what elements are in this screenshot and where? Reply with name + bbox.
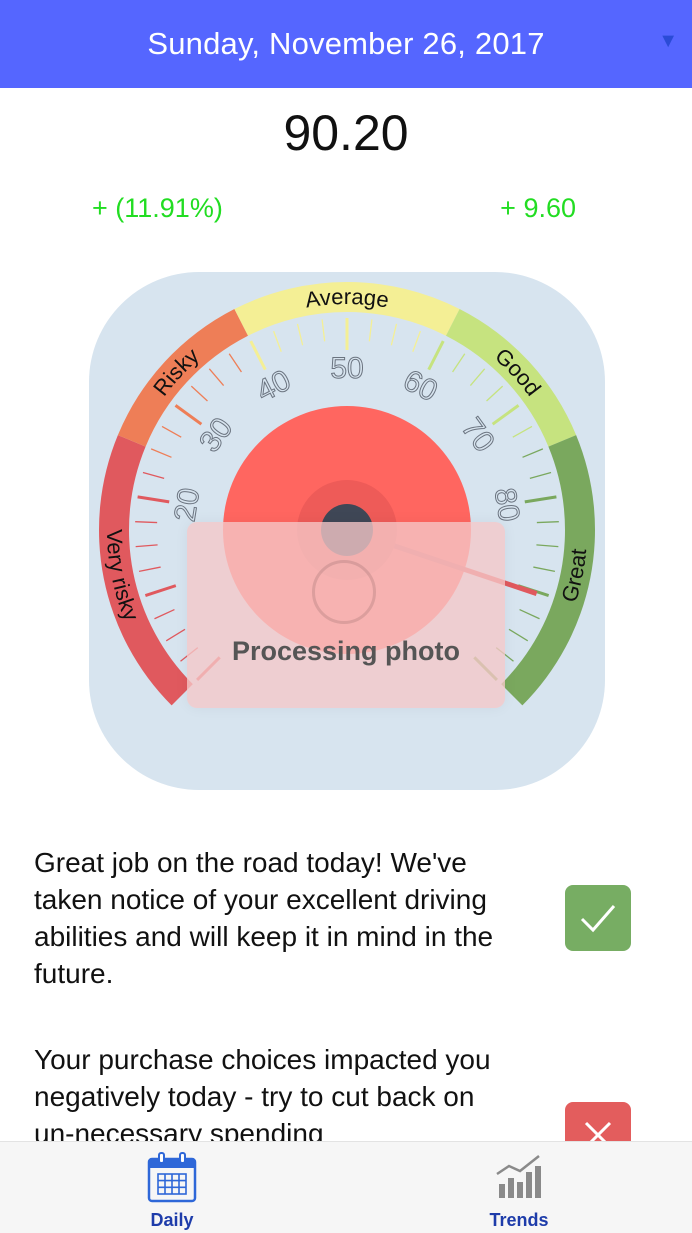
processing-overlay: Processing photo [187, 522, 505, 708]
score-value: 90.20 [283, 105, 409, 161]
top-bar: Sunday, November 26, 2017 ▼ [0, 0, 692, 88]
feedback-message-purchases: Your purchase choices impacted you negat… [34, 1044, 491, 1149]
gauge-tick [135, 521, 158, 524]
bar-chart-icon [493, 1152, 545, 1209]
tab-bar: Daily Trends [0, 1141, 692, 1233]
calendar-icon [146, 1152, 198, 1209]
tab-daily[interactable]: Daily [72, 1142, 272, 1233]
tab-daily-label: Daily [150, 1210, 194, 1230]
loading-spinner-icon [312, 560, 376, 624]
date-title[interactable]: Sunday, November 26, 2017 [147, 26, 544, 62]
feedback-message-driving: Great job on the road today! We've taken… [34, 847, 494, 989]
processing-label: Processing photo [231, 636, 461, 666]
gauge-tick-label: 20 [169, 486, 207, 524]
gauge-tick [536, 521, 559, 524]
tab-trends[interactable]: Trends [419, 1142, 619, 1233]
gauge-tick-label: 50 [330, 352, 363, 385]
percent-change: + (11.91%) [92, 193, 223, 223]
caret-down-icon[interactable]: ▼ [658, 30, 678, 53]
gauge-tick-label: 80 [488, 486, 526, 524]
checkmark-icon [565, 885, 631, 951]
tab-trends-label: Trends [489, 1210, 549, 1230]
score-delta: + 9.60 [500, 193, 576, 223]
